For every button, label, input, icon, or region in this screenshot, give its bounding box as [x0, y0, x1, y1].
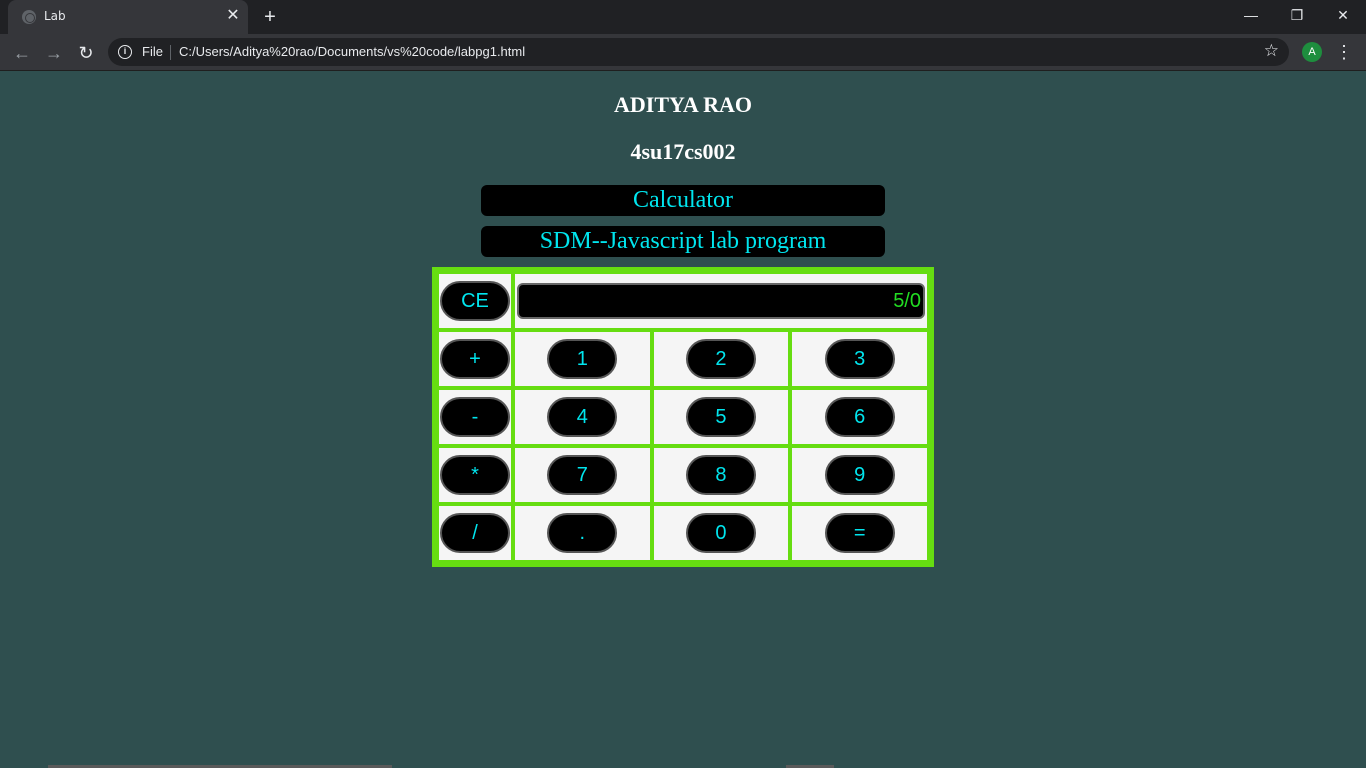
- browser-tab[interactable]: Lab ✕: [8, 0, 248, 34]
- digit-8-button[interactable]: 8: [685, 455, 756, 495]
- divide-button[interactable]: /: [440, 513, 510, 553]
- key-cell: 7: [514, 447, 651, 503]
- close-tab-icon[interactable]: ✕: [224, 7, 242, 25]
- key-cell: +: [438, 331, 512, 387]
- key-cell: 8: [652, 447, 790, 503]
- url-text[interactable]: C:/Users/Aditya%20rao/Documents/vs%20cod…: [179, 44, 525, 59]
- new-tab-icon[interactable]: +: [259, 6, 281, 28]
- calculator: CE 5/0 + 1 2 3 - 4 5 6 * 7 8 9 / . 0 =: [432, 267, 934, 567]
- profile-avatar[interactable]: A: [1302, 42, 1322, 62]
- student-name: ADITYA RAO: [614, 92, 752, 117]
- equals-button[interactable]: =: [824, 513, 895, 553]
- key-cell: 4: [514, 389, 651, 445]
- reload-icon[interactable]: ↻: [75, 42, 97, 64]
- subtract-button[interactable]: -: [440, 397, 510, 437]
- calculator-grid: CE 5/0 + 1 2 3 - 4 5 6 * 7 8 9 / . 0 =: [436, 271, 930, 563]
- calculator-title-banner: Calculator: [481, 185, 885, 216]
- digit-6-button[interactable]: 6: [824, 397, 895, 437]
- bookmark-star-icon[interactable]: ☆: [1264, 41, 1279, 61]
- key-cell: 9: [791, 447, 928, 503]
- key-cell: =: [791, 505, 928, 561]
- digit-4-button[interactable]: 4: [547, 397, 618, 437]
- key-cell: *: [438, 447, 512, 503]
- decimal-button[interactable]: .: [547, 513, 618, 553]
- key-cell: -: [438, 389, 512, 445]
- lab-program-banner: SDM--Javascript lab program: [481, 226, 885, 257]
- digit-7-button[interactable]: 7: [547, 455, 618, 495]
- digit-9-button[interactable]: 9: [824, 455, 895, 495]
- digit-2-button[interactable]: 2: [685, 339, 756, 379]
- key-cell: .: [514, 505, 651, 561]
- restore-icon[interactable]: ❐: [1274, 0, 1320, 30]
- key-cell: 1: [514, 331, 651, 387]
- key-cell: 3: [791, 331, 928, 387]
- multiply-button[interactable]: *: [440, 455, 510, 495]
- forward-icon[interactable]: →: [43, 42, 65, 64]
- browser-toolbar: ← → ↻ i File C:/Users/Aditya%20rao/Docum…: [0, 34, 1366, 71]
- key-cell: 6: [791, 389, 928, 445]
- info-icon[interactable]: i: [118, 45, 132, 59]
- tab-title: Lab: [44, 9, 66, 23]
- key-cell: 5: [652, 389, 790, 445]
- key-cell: 2: [652, 331, 790, 387]
- clear-button[interactable]: CE: [440, 281, 510, 321]
- browser-tab-bar: Lab ✕ + — ❐ ✕: [0, 0, 1366, 34]
- student-usn: 4su17cs002: [630, 139, 736, 164]
- add-button[interactable]: +: [440, 339, 510, 379]
- globe-icon: [22, 10, 36, 24]
- digit-1-button[interactable]: 1: [547, 339, 618, 379]
- key-cell: /: [438, 505, 512, 561]
- digit-5-button[interactable]: 5: [685, 397, 756, 437]
- back-icon[interactable]: ←: [11, 42, 33, 64]
- address-bar[interactable]: i File C:/Users/Aditya%20rao/Documents/v…: [108, 38, 1289, 66]
- scheme-label: File: [142, 44, 163, 59]
- calculator-display[interactable]: 5/0: [517, 283, 925, 319]
- minimize-icon[interactable]: —: [1228, 0, 1274, 30]
- digit-3-button[interactable]: 3: [824, 339, 895, 379]
- clear-cell: CE: [438, 273, 512, 329]
- digit-0-button[interactable]: 0: [685, 513, 756, 553]
- address-divider: [170, 45, 171, 60]
- page-content: ADITYA RAO 4su17cs002 Calculator SDM--Ja…: [0, 72, 1366, 768]
- display-cell: 5/0: [514, 273, 928, 329]
- menu-icon[interactable]: ⋮: [1334, 41, 1354, 63]
- close-window-icon[interactable]: ✕: [1320, 0, 1366, 30]
- key-cell: 0: [652, 505, 790, 561]
